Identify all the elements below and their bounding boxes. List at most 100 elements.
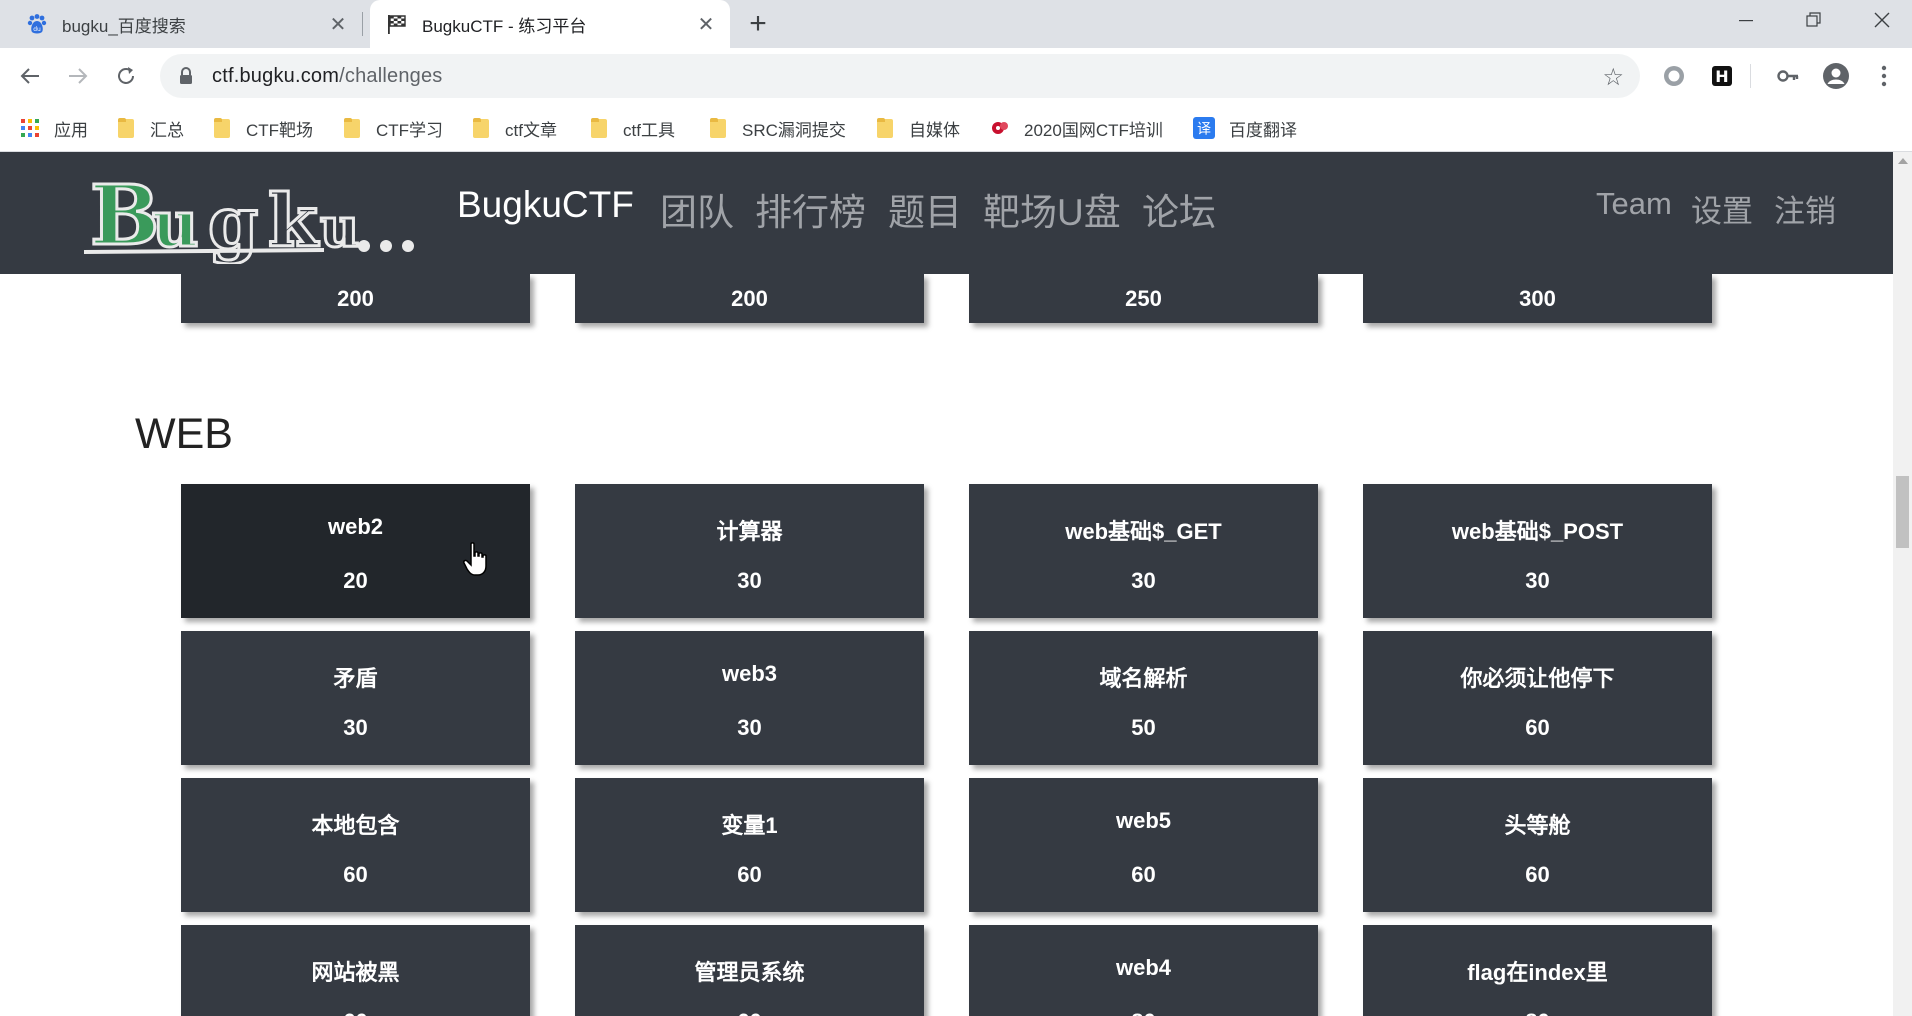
challenge-card[interactable]: web5 60 xyxy=(969,778,1318,912)
challenge-name: 变量1 xyxy=(721,813,778,838)
challenge-card[interactable]: 200 xyxy=(575,274,924,323)
extension-circle-icon[interactable] xyxy=(1658,60,1690,92)
bookmark-folder[interactable]: CTF靶场 xyxy=(214,116,313,140)
challenge-points: 80 xyxy=(969,1009,1318,1016)
close-tab-icon[interactable]: ✕ xyxy=(694,12,718,36)
challenge-card[interactable]: web3 30 xyxy=(575,631,924,765)
challenge-points: 60 xyxy=(343,862,368,887)
section-title: WEB xyxy=(135,410,233,458)
bookmark-site[interactable]: 2020国网CTF培训 xyxy=(990,116,1163,140)
svg-text:du: du xyxy=(33,26,41,33)
bookmark-label: ctf工具 xyxy=(623,120,675,140)
challenge-card[interactable]: 300 xyxy=(1363,274,1712,323)
bookmark-folder[interactable]: ctf文章 xyxy=(473,116,557,140)
scroll-up-arrow-icon[interactable] xyxy=(1898,158,1908,164)
challenge-name: 管理员系统 xyxy=(694,960,805,985)
challenge-name: flag在index里 xyxy=(1467,960,1608,985)
challenge-card[interactable]: 200 xyxy=(181,274,530,323)
nav-logout-link[interactable]: 注销 xyxy=(1774,186,1836,231)
bugku-logo[interactable]: B u g k u xyxy=(80,166,425,267)
nav-range-usb-link[interactable]: 靶场U盘 xyxy=(983,182,1121,236)
profile-avatar-icon[interactable] xyxy=(1820,60,1852,92)
folder-icon xyxy=(473,118,489,138)
folder-icon xyxy=(877,118,893,138)
forward-arrow-icon[interactable] xyxy=(62,60,94,92)
challenge-points: 30 xyxy=(1525,568,1550,593)
bookmark-star-icon[interactable]: ☆ xyxy=(1602,63,1624,92)
bookmark-folder[interactable]: 汇总 xyxy=(118,116,184,140)
nav-team-link[interactable]: 团队 xyxy=(660,182,734,236)
challenge-card[interactable]: 250 xyxy=(969,274,1318,323)
svg-text:H: H xyxy=(1715,67,1728,86)
tab-baidu-search[interactable]: du bugku_百度搜索 ✕ xyxy=(10,0,363,48)
challenge-card[interactable]: 域名解析 50 xyxy=(969,631,1318,765)
url-text[interactable]: ctf.bugku.com/challenges xyxy=(212,65,443,88)
tab-title: bugku_百度搜索 xyxy=(62,16,186,36)
restore-icon[interactable] xyxy=(1784,0,1844,40)
browser-toolbar: ctf.bugku.com/challenges ☆ H xyxy=(0,48,1912,104)
new-tab-plus-icon[interactable]: + xyxy=(742,7,774,40)
nav-ranking-link[interactable]: 排行榜 xyxy=(755,182,866,236)
page-content: 200 200 250 300 B u g k u BugkuCTF 团队 排行… xyxy=(0,152,1893,1016)
address-bar[interactable]: ctf.bugku.com/challenges ☆ xyxy=(160,54,1640,98)
hand-cursor-icon xyxy=(463,542,489,578)
menu-kebab-icon[interactable] xyxy=(1868,60,1900,92)
bookmark-folder[interactable]: CTF学习 xyxy=(344,116,443,140)
challenge-card[interactable]: 头等舱 60 xyxy=(1363,778,1712,912)
bookmark-label: 自媒体 xyxy=(909,120,960,140)
nav-challenges-link[interactable]: 题目 xyxy=(888,182,962,236)
challenge-card[interactable]: 本地包含 60 xyxy=(181,778,530,912)
challenge-name: web4 xyxy=(1115,955,1172,980)
challenge-card[interactable]: 矛盾 30 xyxy=(181,631,530,765)
nav-forum-link[interactable]: 论坛 xyxy=(1142,182,1216,236)
bookmark-apps[interactable]: 应用 xyxy=(20,116,88,140)
minimize-icon[interactable] xyxy=(1716,0,1776,40)
reload-icon[interactable] xyxy=(110,60,142,92)
challenge-card[interactable]: flag在index里 80 xyxy=(1363,925,1712,1016)
challenge-card[interactable]: 网站被黑 60 xyxy=(181,925,530,1016)
extension-h-icon[interactable]: H xyxy=(1706,60,1738,92)
challenge-name: 你必须让他停下 xyxy=(1460,666,1615,691)
svg-text:u: u xyxy=(320,195,359,259)
challenge-name: 域名解析 xyxy=(1099,666,1188,691)
challenge-card[interactable]: 管理员系统 60 xyxy=(575,925,924,1016)
bookmark-baidu-translate[interactable]: 译 百度翻译 xyxy=(1193,116,1297,140)
challenge-name: 头等舱 xyxy=(1504,813,1571,838)
page-scrollbar[interactable] xyxy=(1893,152,1912,1016)
challenge-name: 计算器 xyxy=(716,519,783,544)
challenge-name: web2 xyxy=(327,514,384,539)
baidu-paw-icon: du xyxy=(26,13,48,35)
folder-icon xyxy=(214,118,230,138)
folder-icon xyxy=(118,118,134,138)
back-arrow-icon[interactable] xyxy=(14,60,46,92)
scrollbar-thumb[interactable] xyxy=(1896,476,1909,548)
challenge-points: 300 xyxy=(1519,286,1556,311)
lock-icon[interactable] xyxy=(178,66,194,86)
nav-settings-link[interactable]: 设置 xyxy=(1691,186,1753,231)
challenge-card[interactable]: web基础$_GET 30 xyxy=(969,484,1318,618)
folder-icon xyxy=(591,118,607,138)
challenge-card[interactable]: 你必须让他停下 60 xyxy=(1363,631,1712,765)
bookmark-folder[interactable]: 自媒体 xyxy=(877,116,960,140)
challenge-points: 30 xyxy=(343,715,368,740)
bookmark-folder[interactable]: SRC漏洞提交 xyxy=(710,116,846,140)
close-tab-icon[interactable]: ✕ xyxy=(326,12,350,36)
challenge-card[interactable]: web基础$_POST 30 xyxy=(1363,484,1712,618)
challenge-card[interactable]: 变量1 60 xyxy=(575,778,924,912)
tab-bugkuctf[interactable]: BugkuCTF - 练习平台 ✕ xyxy=(370,0,730,48)
toolbar-divider xyxy=(1750,64,1751,88)
key-icon[interactable] xyxy=(1772,60,1804,92)
nav-team-en-link[interactable]: Team xyxy=(1596,186,1672,222)
bookmark-label: 应用 xyxy=(54,120,88,140)
challenge-card[interactable]: 计算器 30 xyxy=(575,484,924,618)
challenge-points: 30 xyxy=(737,568,762,593)
site-brand[interactable]: BugkuCTF xyxy=(457,184,634,226)
bookmark-label: ctf文章 xyxy=(505,120,557,140)
bookmark-label: 百度翻译 xyxy=(1229,120,1297,140)
challenge-card[interactable]: web4 80 xyxy=(969,925,1318,1016)
bookmark-folder[interactable]: ctf工具 xyxy=(591,116,675,140)
challenge-name: 网站被黑 xyxy=(311,960,400,985)
challenge-points: 60 xyxy=(1525,862,1550,887)
close-window-icon[interactable] xyxy=(1852,0,1912,40)
bookmark-label: 2020国网CTF培训 xyxy=(1024,120,1163,140)
